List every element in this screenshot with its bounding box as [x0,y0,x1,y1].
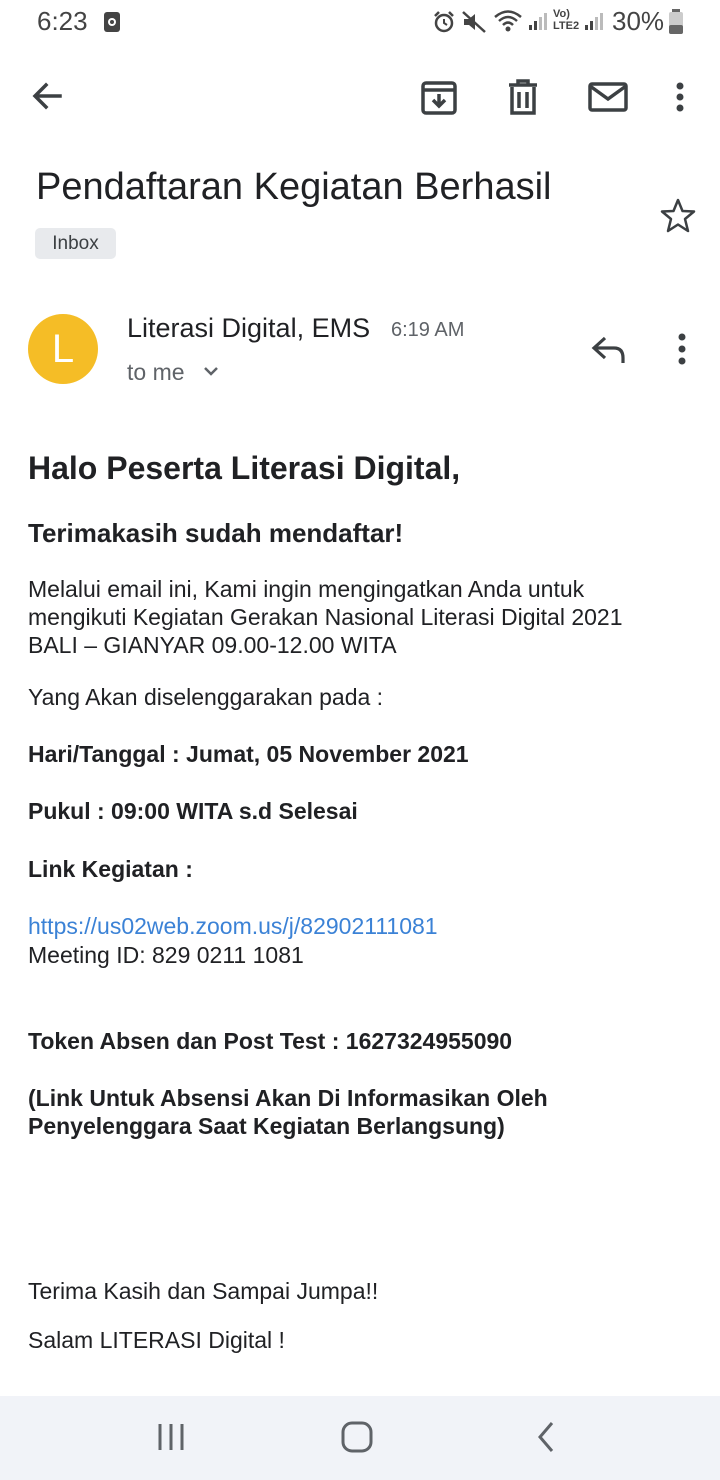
closing-text: Terima Kasih dan Sampai Jumpa!! [28,1278,379,1304]
archive-icon [421,81,457,115]
lte-label: Vo) LTE2 [553,8,580,32]
reply-button[interactable] [588,330,628,368]
held-on-text: Yang Akan diselenggarakan pada : [28,684,384,710]
status-bar: 6:23 Vo) LTE2 30% [0,0,720,44]
time-line: Pukul : 09:00 WITA s.d Selesai [28,798,358,824]
trash-icon [509,79,537,115]
body-thanks: Terimakasih sudah mendaftar! [28,518,404,548]
alarm-icon [434,11,454,33]
intro-line: BALI – GIANYAR 09.00-12.00 WITA [28,632,397,658]
recipient-details-toggle[interactable]: to me [127,357,237,387]
reply-icon [591,336,625,363]
date-line: Hari/Tanggal : Jumat, 05 November 2021 [28,741,469,767]
link-heading: Link Kegiatan : [28,856,193,882]
home-button[interactable] [336,1416,378,1458]
delete-button[interactable] [502,76,544,118]
signoff-text: Salam LITERASI Digital ! [28,1327,285,1353]
intro-line: Melalui email ini, Kami ingin mengingatk… [28,576,585,602]
arrow-left-icon [32,82,62,110]
recents-icon [158,1424,184,1450]
star-icon [660,198,696,233]
note-line: Penyelenggara Saat Kegiatan Berlangsung) [28,1113,505,1139]
battery-percent: 30% [612,6,665,36]
navigation-bar [0,1396,720,1480]
message-more-button[interactable] [666,330,698,368]
home-icon [341,1421,373,1453]
signal-2-icon [585,13,603,30]
system-back-button[interactable] [526,1418,566,1458]
battery-icon [669,9,683,34]
absence-note: (Link Untuk Absensi Akan Di Informasikan… [28,1084,548,1140]
star-button[interactable] [658,196,698,236]
status-time: 6:23 [37,6,88,36]
meeting-id: Meeting ID: 829 0211 1081 [28,942,304,968]
mail-icon [588,82,628,112]
intro-line: mengikuti Kegiatan Gerakan Nasional Lite… [28,604,623,630]
mark-unread-button[interactable] [586,76,630,118]
nav-back-icon [538,1422,554,1452]
mute-icon [462,11,486,33]
more-options-button[interactable] [664,76,696,118]
body-intro: Melalui email ini, Kami ingin mengingatk… [28,575,623,659]
note-line: (Link Untuk Absensi Akan Di Informasikan… [28,1085,548,1111]
sender-name: Literasi Digital, EMS [127,313,371,343]
wifi-icon [494,10,522,32]
email-subject: Pendaftaran Kegiatan Berhasil [36,166,552,208]
email-time: 6:19 AM [391,319,465,341]
back-button[interactable] [28,76,68,116]
sender-avatar[interactable]: L [28,314,98,384]
inbox-label-chip[interactable]: Inbox [35,228,116,259]
recipient-label: to me [127,359,185,385]
signal-1-icon [529,13,547,30]
screenshot-notification-icon [104,12,120,32]
more-vert-icon [678,333,686,365]
recents-button[interactable] [150,1418,192,1458]
more-vert-icon [676,82,684,112]
token-line: Token Absen dan Post Test : 162732495509… [28,1028,513,1054]
chevron-down-icon [204,367,218,376]
archive-button[interactable] [418,76,460,118]
body-greeting: Halo Peserta Literasi Digital, [28,450,461,486]
zoom-meeting-link[interactable]: https://us02web.zoom.us/j/82902111081 [28,912,438,940]
